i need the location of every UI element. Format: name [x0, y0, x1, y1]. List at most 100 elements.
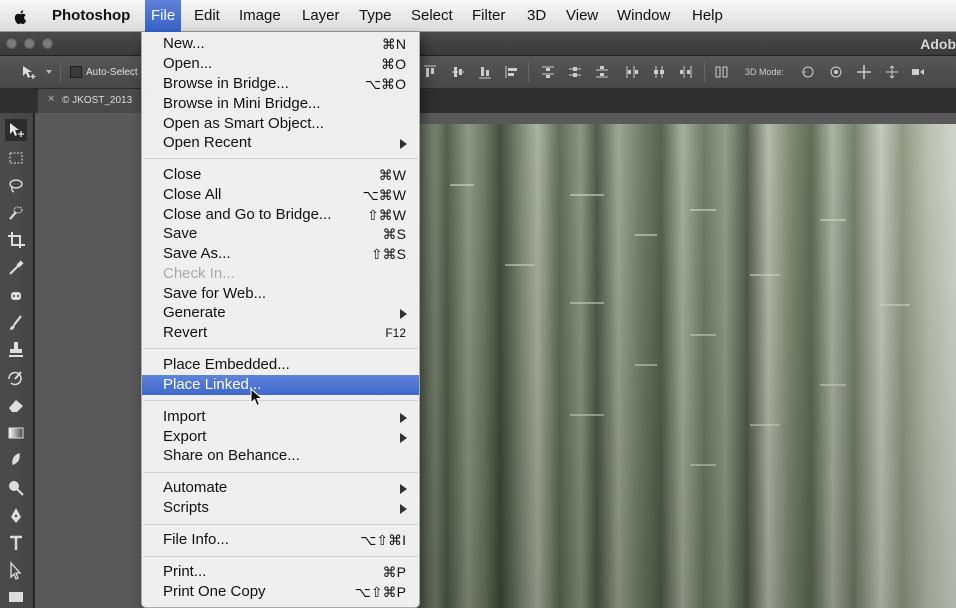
menu-photoshop[interactable]: Photoshop — [52, 0, 130, 32]
healing-brush-tool-icon[interactable] — [5, 285, 27, 307]
submenu-arrow-icon — [400, 484, 407, 494]
menu-item-import[interactable]: Import — [142, 407, 419, 427]
menu-item-close-and-go-to-bridge[interactable]: Close and Go to Bridge... ⇧⌘W — [142, 205, 419, 225]
crop-tool-icon[interactable] — [5, 229, 27, 251]
menu-item-label: Automate — [163, 479, 228, 496]
menu-item-label: File Info... — [163, 531, 229, 548]
menu-filter[interactable]: Filter — [472, 0, 505, 32]
menu-help[interactable]: Help — [692, 0, 723, 32]
menu-file[interactable]: File — [145, 0, 182, 32]
menu-item-print[interactable]: Print... ⌘P — [142, 562, 419, 582]
distribute-bottom-icon[interactable] — [594, 64, 610, 80]
distribute-vertical-center-icon[interactable] — [567, 64, 583, 80]
marquee-tool-icon[interactable] — [5, 147, 27, 169]
menu-item-label: Close and Go to Bridge... — [163, 206, 332, 223]
brush-tool-icon[interactable] — [5, 312, 27, 334]
apple-icon[interactable] — [12, 8, 30, 26]
menu-item-browse-in-bridge[interactable]: Browse in Bridge... ⌥⌘O — [142, 74, 419, 94]
menu-item-label: Open Recent — [163, 134, 252, 151]
tool-preset-dropdown-icon[interactable] — [46, 70, 52, 74]
menu-item-label: Print One Copy — [163, 583, 266, 600]
menu-item-place-embedded[interactable]: Place Embedded... — [142, 355, 419, 375]
gradient-tool-icon[interactable] — [5, 422, 27, 444]
menu-item-label: Close — [163, 166, 202, 183]
align-top-icon[interactable] — [422, 64, 438, 80]
type-tool-icon[interactable] — [5, 532, 27, 554]
move-tool-preset-icon[interactable] — [20, 64, 36, 80]
menu-item-revert[interactable]: Revert F12 — [142, 323, 419, 343]
align-bottom-icon[interactable] — [477, 64, 493, 80]
options-separator — [528, 63, 529, 82]
rectangle-tool-icon[interactable] — [5, 586, 27, 608]
menu-separator — [143, 524, 418, 525]
clone-stamp-tool-icon[interactable] — [5, 339, 27, 361]
quick-select-tool-icon[interactable] — [5, 202, 27, 224]
dodge-tool-icon[interactable] — [5, 477, 27, 499]
bamboo-node — [750, 424, 780, 426]
options-separator — [704, 63, 705, 82]
minimize-window-button[interactable] — [24, 38, 35, 49]
menu-item-new[interactable]: New... ⌘N — [142, 34, 419, 54]
align-left-icon[interactable] — [504, 64, 520, 80]
bamboo-node — [635, 234, 657, 236]
menu-item-open-recent[interactable]: Open Recent — [142, 133, 419, 153]
menu-item-export[interactable]: Export — [142, 427, 419, 447]
menu-window[interactable]: Window — [617, 0, 670, 32]
distribute-top-icon[interactable] — [540, 64, 556, 80]
menu-edit[interactable]: Edit — [194, 0, 220, 32]
menu-item-file-info[interactable]: File Info... ⌥⇧⌘I — [142, 530, 419, 550]
menu-item-generate[interactable]: Generate — [142, 303, 419, 323]
menu-item-print-one-copy[interactable]: Print One Copy ⌥⇧⌘P — [142, 582, 419, 602]
pen-tool-icon[interactable] — [5, 505, 27, 527]
eyedropper-tool-icon[interactable] — [5, 257, 27, 279]
menu-item-label: Place Linked... — [163, 376, 262, 393]
menu-item-save[interactable]: Save ⌘S — [142, 224, 419, 244]
menu-select[interactable]: Select — [411, 0, 453, 32]
distribute-left-icon[interactable] — [624, 64, 640, 80]
move-tool-icon[interactable] — [5, 119, 27, 141]
auto-select-checkbox[interactable] — [70, 66, 82, 78]
zoom-window-button[interactable] — [42, 38, 53, 49]
menu-item-label: Open... — [163, 55, 213, 72]
3d-slide-icon[interactable] — [884, 64, 900, 80]
menu-item-shortcut: ⌥⌘O — [364, 76, 406, 92]
lasso-tool-icon[interactable] — [5, 175, 27, 197]
menu-item-open[interactable]: Open... ⌘O — [142, 54, 419, 74]
menu-item-scripts[interactable]: Scripts — [142, 498, 419, 518]
menu-3d[interactable]: 3D — [527, 0, 546, 32]
distribute-right-icon[interactable] — [678, 64, 694, 80]
auto-select-label: Auto-Select — [86, 67, 138, 78]
menu-item-close-all[interactable]: Close All ⌥⌘W — [142, 185, 419, 205]
menu-separator — [143, 472, 418, 473]
close-document-icon[interactable]: × — [48, 93, 54, 105]
history-brush-tool-icon[interactable] — [5, 367, 27, 389]
3d-rotate-icon[interactable] — [800, 64, 816, 80]
3d-roll-icon[interactable] — [828, 64, 844, 80]
menu-item-share-on-behance[interactable]: Share on Behance... — [142, 446, 419, 466]
path-select-tool-icon[interactable] — [5, 560, 27, 582]
3d-pan-icon[interactable] — [856, 64, 872, 80]
menu-image[interactable]: Image — [239, 0, 281, 32]
menu-type[interactable]: Type — [359, 0, 392, 32]
eraser-tool-icon[interactable] — [5, 394, 27, 416]
distribute-horizontal-center-icon[interactable] — [651, 64, 667, 80]
bamboo-photo[interactable] — [420, 124, 956, 608]
menu-item-automate[interactable]: Automate — [142, 478, 419, 498]
document-tab[interactable]: × © JKOST_2013 — [38, 89, 148, 113]
menu-item-open-as-smart-object[interactable]: Open as Smart Object... — [142, 114, 419, 134]
menu-item-place-linked[interactable]: Place Linked... — [142, 375, 419, 395]
bamboo-node — [635, 364, 657, 366]
menu-item-close[interactable]: Close ⌘W — [142, 165, 419, 185]
menu-layer[interactable]: Layer — [302, 0, 340, 32]
auto-align-layers-icon[interactable] — [714, 64, 730, 80]
menu-item-save-for-web[interactable]: Save for Web... — [142, 284, 419, 304]
menu-separator — [143, 400, 418, 401]
menu-item-label: Browse in Bridge... — [163, 75, 289, 92]
menu-item-browse-in-mini-bridge[interactable]: Browse in Mini Bridge... — [142, 94, 419, 114]
align-vertical-center-icon[interactable] — [450, 64, 466, 80]
blur-tool-icon[interactable] — [5, 449, 27, 471]
menu-view[interactable]: View — [566, 0, 598, 32]
menu-item-save-as[interactable]: Save As... ⇧⌘S — [142, 244, 419, 264]
close-window-button[interactable] — [6, 38, 17, 49]
3d-scale-icon[interactable] — [910, 64, 926, 80]
